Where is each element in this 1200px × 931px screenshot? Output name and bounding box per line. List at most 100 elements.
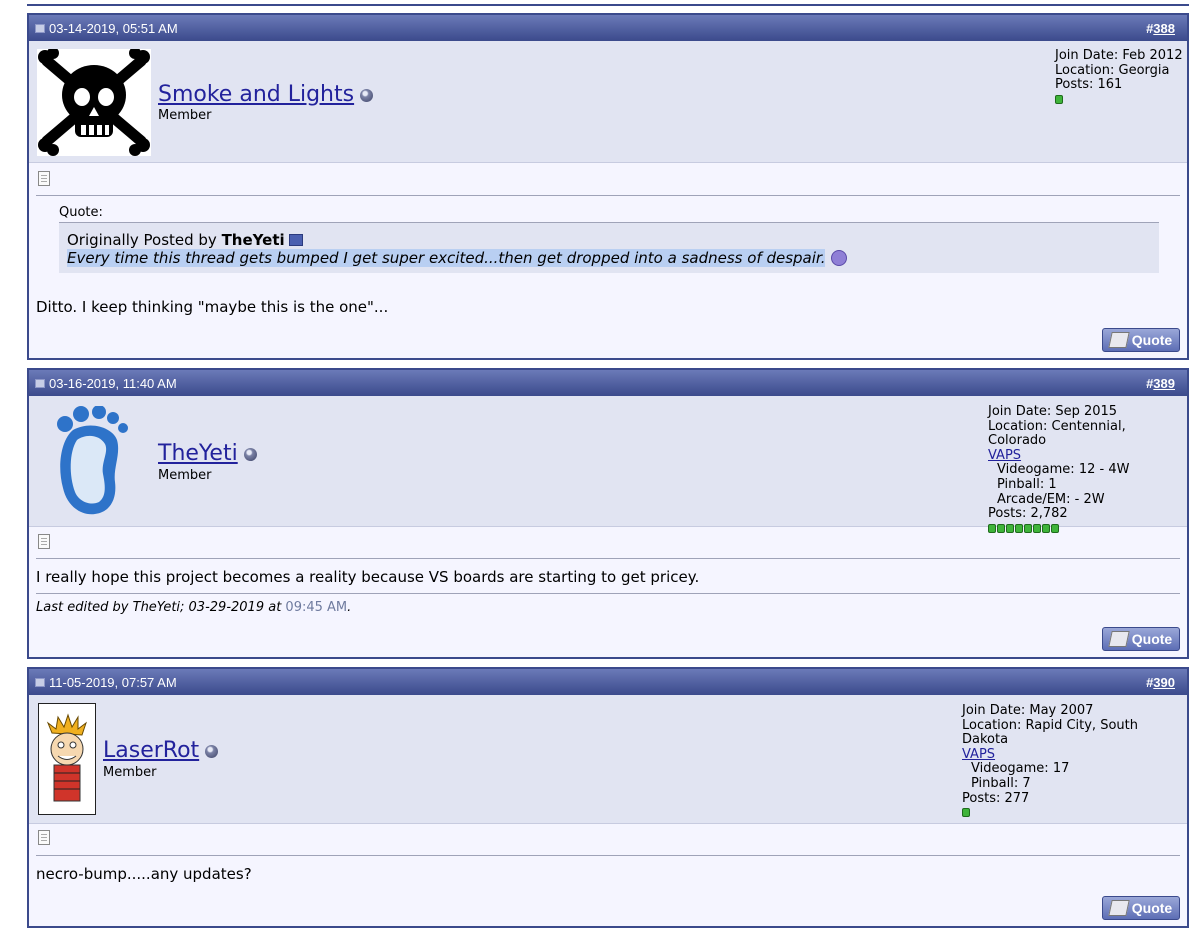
post-header: 03-16-2019, 11:40 AM #389: [29, 370, 1187, 396]
reputation-pip: [1033, 523, 1041, 533]
user-info: LaserRot Member Join Date: May 2007 Loca…: [29, 695, 1187, 824]
quote-prefix: Originally Posted by: [67, 231, 222, 249]
reputation-pip: [1006, 523, 1014, 533]
reputation-bar: [962, 808, 1187, 818]
vaps-videogame: Videogame: 12 - 4W: [997, 462, 1130, 478]
post-389: 03-16-2019, 11:40 AM #389 TheYeti Member…: [27, 368, 1189, 659]
post-390: 11-05-2019, 07:57 AM #390 LaserRot Membe…: [27, 667, 1189, 928]
skull-avatar[interactable]: [37, 49, 151, 156]
message-separator: [36, 855, 1180, 856]
post-date-text: 03-14-2019, 05:51 AM: [49, 20, 178, 36]
reputation-pip: [1024, 523, 1032, 533]
quote-attribution: Originally Posted by TheYeti: [67, 231, 1151, 249]
post-header: 03-14-2019, 05:51 AM #388: [29, 15, 1187, 41]
username-link[interactable]: LaserRot: [103, 738, 199, 763]
join-date: Join Date: Feb 2012: [1055, 48, 1183, 63]
post-header: 11-05-2019, 07:57 AM #390: [29, 669, 1187, 695]
quote-button[interactable]: Quote: [1102, 328, 1180, 352]
post-message-icon: [38, 171, 50, 186]
post-number-link[interactable]: 390: [1153, 675, 1175, 690]
location: Location: Georgia: [1055, 62, 1170, 78]
user-title: Member: [158, 468, 212, 483]
user-stats: Join Date: Feb 2012 Location: Georgia Po…: [1055, 48, 1183, 104]
post-count: Posts: 161: [1055, 77, 1123, 93]
post-message: I really hope this project becomes a rea…: [36, 568, 700, 586]
offline-status-icon: [205, 745, 219, 758]
post-icon: [35, 677, 45, 687]
reputation-pip: [962, 808, 970, 818]
vaps-videogame: Videogame: 17: [971, 761, 1070, 777]
quote-box: Originally Posted by TheYeti Every time …: [59, 222, 1159, 273]
frown-smiley-icon: [831, 250, 848, 266]
message-separator: [36, 195, 1180, 196]
user-stats: Join Date: May 2007 Location: Rapid City…: [962, 703, 1187, 818]
pen-icon: [1108, 631, 1130, 647]
post-date-text: 11-05-2019, 07:57 AM: [49, 674, 177, 690]
username: LaserRot: [103, 738, 219, 763]
post-number-link[interactable]: 388: [1153, 21, 1175, 36]
location: Location: Rapid City, South Dakota: [962, 717, 1138, 748]
reputation-bar: [1055, 94, 1183, 104]
quote-author: TheYeti: [221, 231, 285, 249]
post-number-link[interactable]: 389: [1153, 376, 1175, 391]
join-date: Join Date: Sep 2015: [988, 404, 1118, 419]
post-date-text: 03-16-2019, 11:40 AM: [49, 375, 177, 391]
post-message: Ditto. I keep thinking "maybe this is th…: [36, 298, 389, 316]
user-info: Smoke and Lights Member Join Date: Feb 2…: [29, 41, 1187, 163]
post-388: 03-14-2019, 05:51 AM #388 Smoke and Ligh…: [27, 13, 1189, 360]
post-message-icon: [38, 830, 50, 845]
username: TheYeti: [158, 441, 257, 466]
post-number: #389: [1146, 376, 1175, 391]
footprint-avatar[interactable]: [51, 406, 131, 518]
vaps-pinball: Pinball: 7: [971, 775, 1031, 791]
quote-text-line: Every time this thread gets bumped I get…: [67, 249, 1151, 267]
user-info: TheYeti Member Join Date: Sep 2015 Locat…: [29, 396, 1187, 533]
post-icon: [35, 23, 45, 33]
post-number: #390: [1146, 675, 1175, 690]
post-date: 11-05-2019, 07:57 AM: [35, 675, 177, 690]
quote-button-label: Quote: [1131, 332, 1173, 348]
offline-status-icon: [360, 89, 374, 102]
user-title: Member: [103, 765, 157, 780]
view-post-icon[interactable]: [288, 234, 303, 246]
quote-button-label: Quote: [1131, 900, 1173, 916]
edited-prefix: Last edited by TheYeti; 03-29-2019 at: [36, 600, 286, 615]
post-number: #388: [1146, 21, 1175, 36]
reputation-pip: [988, 523, 996, 533]
vaps-pinball: Pinball: 1: [997, 476, 1057, 492]
quote-button[interactable]: Quote: [1102, 627, 1180, 651]
quote-label: Quote:: [59, 205, 103, 220]
location: Location: Centennial, Colorado: [988, 418, 1126, 449]
vaps-link[interactable]: VAPS: [988, 448, 1021, 463]
username-link[interactable]: Smoke and Lights: [158, 82, 354, 107]
vaps-link[interactable]: VAPS: [962, 747, 995, 762]
offline-status-icon: [243, 448, 257, 461]
quote-button-label: Quote: [1131, 631, 1173, 647]
last-edited-note: Last edited by TheYeti; 03-29-2019 at 09…: [36, 600, 351, 615]
post-message-icon: [38, 534, 50, 549]
edited-suffix: .: [347, 600, 352, 615]
pen-icon: [1108, 332, 1130, 348]
user-title: Member: [158, 108, 212, 123]
reputation-pip: [997, 523, 1005, 533]
message-separator: [36, 558, 1180, 559]
pen-icon: [1108, 900, 1130, 916]
post-count: Posts: 277: [962, 790, 1030, 806]
username-link[interactable]: TheYeti: [158, 441, 238, 466]
previous-post-border: [27, 0, 1189, 6]
edited-time: 09:45 AM: [285, 600, 348, 615]
reputation-bar: [988, 523, 1187, 533]
join-date: Join Date: May 2007: [962, 703, 1094, 718]
post-count: Posts: 2,782: [988, 506, 1068, 522]
post-date: 03-14-2019, 05:51 AM: [35, 21, 178, 36]
user-stats: Join Date: Sep 2015 Location: Centennial…: [988, 404, 1187, 533]
reputation-pip: [1042, 523, 1050, 533]
reputation-pip: [1051, 523, 1059, 533]
quote-text: Every time this thread gets bumped I get…: [67, 249, 826, 267]
reputation-pip: [1055, 94, 1063, 104]
post-icon: [35, 378, 45, 388]
calvin-avatar[interactable]: [38, 703, 96, 815]
quote-button[interactable]: Quote: [1102, 896, 1180, 920]
username: Smoke and Lights: [158, 82, 374, 107]
post-date: 03-16-2019, 11:40 AM: [35, 376, 177, 391]
